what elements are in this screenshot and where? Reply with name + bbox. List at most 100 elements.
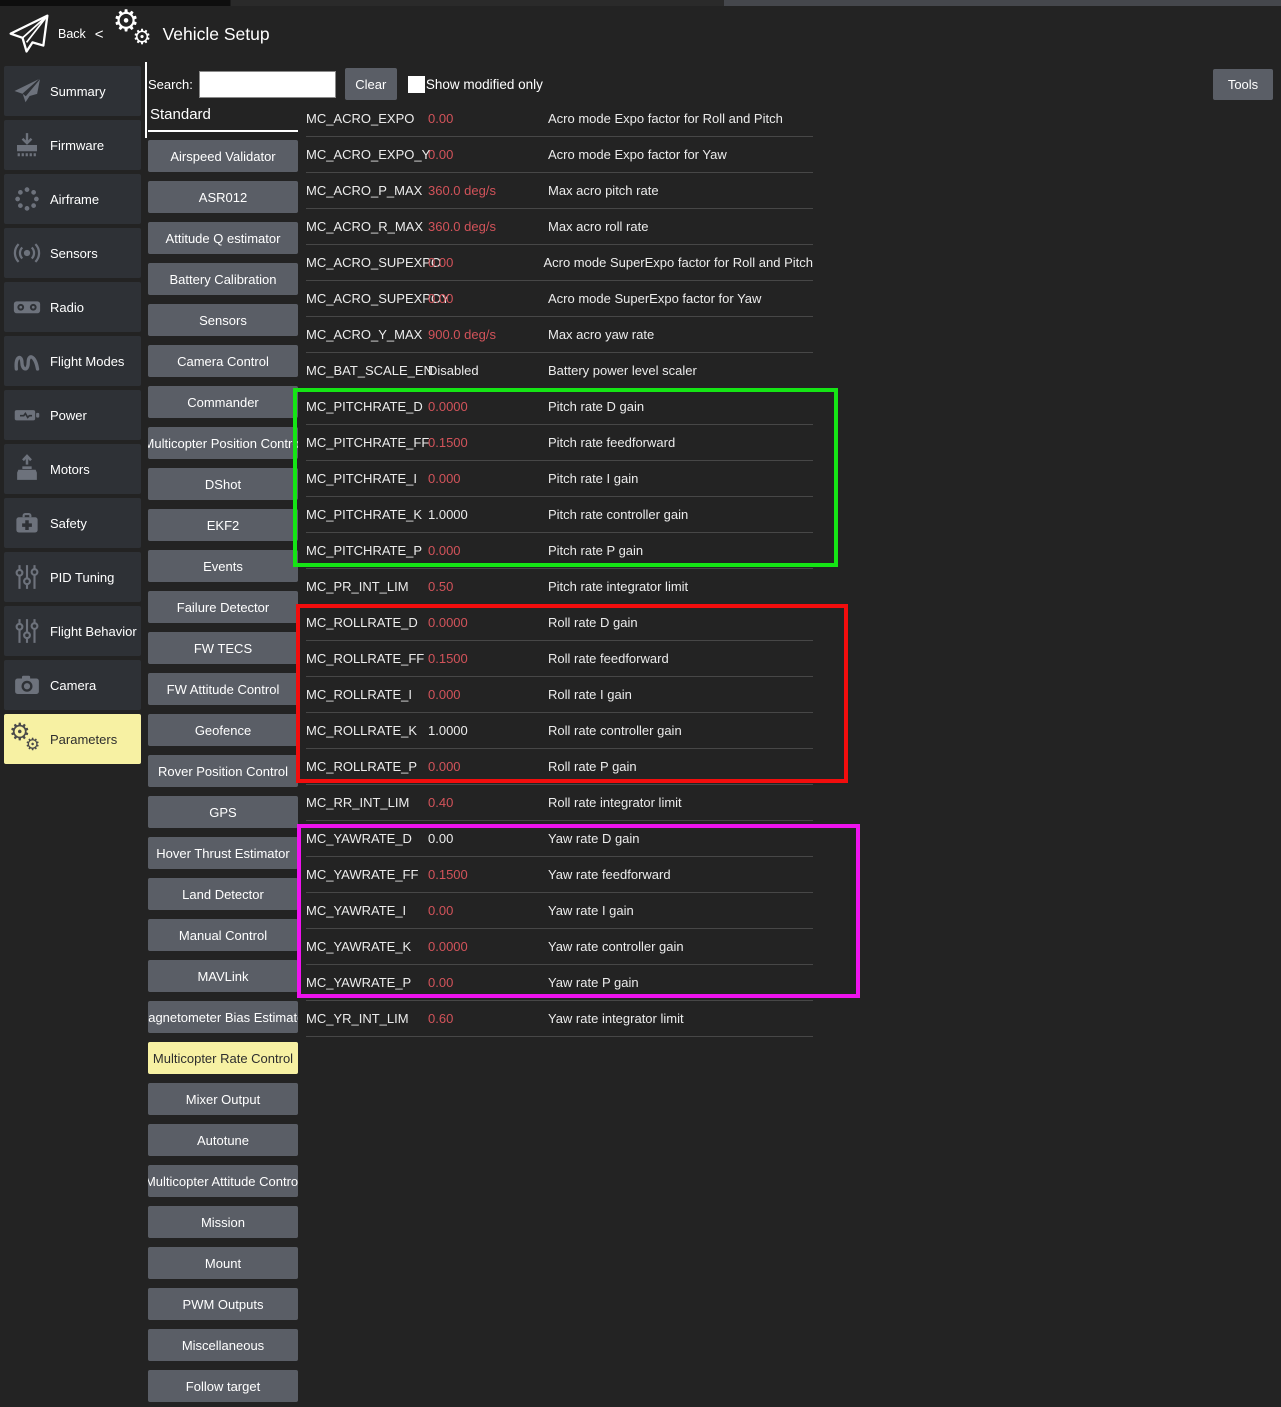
sidebar-item-airframe[interactable]: Airframe bbox=[4, 174, 141, 224]
param-row-mc_acro_p_max[interactable]: MC_ACRO_P_MAX360.0 deg/sMax acro pitch r… bbox=[306, 173, 813, 209]
group-button-pwm-outputs[interactable]: PWM Outputs bbox=[148, 1288, 298, 1320]
group-button-airspeed-validator[interactable]: Airspeed Validator bbox=[148, 140, 298, 172]
tools-button[interactable]: Tools bbox=[1213, 69, 1273, 100]
param-name: MC_ACRO_R_MAX bbox=[306, 219, 428, 234]
group-button-sensors[interactable]: Sensors bbox=[148, 304, 298, 336]
sidebar-item-label: Flight Behavior bbox=[50, 624, 137, 639]
param-row-mc_acro_supexpoy[interactable]: MC_ACRO_SUPEXPOY0.00Acro mode SuperExpo … bbox=[306, 281, 813, 317]
group-button-autotune[interactable]: Autotune bbox=[148, 1124, 298, 1156]
sidebar-item-safety[interactable]: Safety bbox=[4, 498, 141, 548]
sidebar-item-firmware[interactable]: Firmware bbox=[4, 120, 141, 170]
param-name: MC_YAWRATE_FF bbox=[306, 867, 428, 882]
param-row-mc_yawrate_k[interactable]: MC_YAWRATE_K0.0000Yaw rate controller ga… bbox=[306, 929, 813, 965]
param-row-mc_pitchrate_p[interactable]: MC_PITCHRATE_P0.000Pitch rate P gain bbox=[306, 533, 813, 569]
group-button-mission[interactable]: Mission bbox=[148, 1206, 298, 1238]
sidebar-item-flight-behavior[interactable]: Flight Behavior bbox=[4, 606, 141, 656]
sidebar-item-power[interactable]: Power bbox=[4, 390, 141, 440]
param-row-mc_pitchrate_i[interactable]: MC_PITCHRATE_I0.000Pitch rate I gain bbox=[306, 461, 813, 497]
sliders-icon bbox=[4, 560, 50, 594]
param-description: Roll rate D gain bbox=[548, 615, 813, 630]
param-row-mc_pr_int_lim[interactable]: MC_PR_INT_LIM0.50Pitch rate integrator l… bbox=[306, 569, 813, 605]
sidebar-item-radio[interactable]: Radio bbox=[4, 282, 141, 332]
sidebar-item-label: Camera bbox=[50, 678, 96, 693]
breadcrumb-separator: < bbox=[95, 26, 104, 43]
param-row-mc_acro_expo[interactable]: MC_ACRO_EXPO0.00Acro mode Expo factor fo… bbox=[306, 101, 813, 137]
radio-icon bbox=[4, 292, 50, 322]
sidebar-item-label: Airframe bbox=[50, 192, 99, 207]
group-button-dshot[interactable]: DShot bbox=[148, 468, 298, 500]
group-button-commander[interactable]: Commander bbox=[148, 386, 298, 418]
group-button-camera-control[interactable]: Camera Control bbox=[148, 345, 298, 377]
param-row-mc_yawrate_i[interactable]: MC_YAWRATE_I0.00Yaw rate I gain bbox=[306, 893, 813, 929]
sidebar-item-motors[interactable]: Motors bbox=[4, 444, 141, 494]
group-button-magnetometer-bias-estimator[interactable]: Magnetometer Bias Estimator bbox=[148, 1001, 298, 1033]
group-button-mavlink[interactable]: MAVLink bbox=[148, 960, 298, 992]
param-row-mc_yr_int_lim[interactable]: MC_YR_INT_LIM0.60Yaw rate integrator lim… bbox=[306, 1001, 813, 1037]
group-button-fw-tecs[interactable]: FW TECS bbox=[148, 632, 298, 664]
param-row-mc_rr_int_lim[interactable]: MC_RR_INT_LIM0.40Roll rate integrator li… bbox=[306, 785, 813, 821]
param-row-mc_yawrate_p[interactable]: MC_YAWRATE_P0.00Yaw rate P gain bbox=[306, 965, 813, 1001]
group-button-ekf2[interactable]: EKF2 bbox=[148, 509, 298, 541]
param-row-mc_pitchrate_ff[interactable]: MC_PITCHRATE_FF0.1500Pitch rate feedforw… bbox=[306, 425, 813, 461]
group-button-manual-control[interactable]: Manual Control bbox=[148, 919, 298, 951]
param-name: MC_YAWRATE_K bbox=[306, 939, 428, 954]
group-button-follow-target[interactable]: Follow target bbox=[148, 1370, 298, 1402]
param-value: 0.60 bbox=[428, 1011, 548, 1026]
clear-button[interactable]: Clear bbox=[345, 68, 397, 100]
group-button-events[interactable]: Events bbox=[148, 550, 298, 582]
param-row-mc_yawrate_d[interactable]: MC_YAWRATE_D0.00Yaw rate D gain bbox=[306, 821, 813, 857]
param-description: Acro mode Expo factor for Yaw bbox=[548, 147, 813, 162]
sidebar-item-sensors[interactable]: Sensors bbox=[4, 228, 141, 278]
group-button-hover-thrust-estimator[interactable]: Hover Thrust Estimator bbox=[148, 837, 298, 869]
group-button-failure-detector[interactable]: Failure Detector bbox=[148, 591, 298, 623]
sidebar-item-summary[interactable]: Summary bbox=[4, 66, 141, 116]
param-value: 0.000 bbox=[428, 759, 548, 774]
sidebar-item-parameters[interactable]: ⚙⚙Parameters bbox=[4, 714, 141, 764]
group-button-rover-position-control[interactable]: Rover Position Control bbox=[148, 755, 298, 787]
param-row-mc_yawrate_ff[interactable]: MC_YAWRATE_FF0.1500Yaw rate feedforward bbox=[306, 857, 813, 893]
group-button-land-detector[interactable]: Land Detector bbox=[148, 878, 298, 910]
param-row-mc_pitchrate_d[interactable]: MC_PITCHRATE_D0.0000Pitch rate D gain bbox=[306, 389, 813, 425]
param-description: Yaw rate D gain bbox=[548, 831, 813, 846]
group-button-multicopter-position-control[interactable]: Multicopter Position Control bbox=[148, 427, 298, 459]
group-button-attitude-q-estimator[interactable]: Attitude Q estimator bbox=[148, 222, 298, 254]
sidebar-item-flight-modes[interactable]: Flight Modes bbox=[4, 336, 141, 386]
header-bar: Back < ⚙⚙ Vehicle Setup bbox=[0, 6, 1281, 62]
param-row-mc_acro_supexpo[interactable]: MC_ACRO_SUPEXPO0.00Acro mode SuperExpo f… bbox=[306, 245, 813, 281]
show-modified-checkbox[interactable] bbox=[408, 76, 425, 93]
param-description: Pitch rate feedforward bbox=[548, 435, 813, 450]
group-button-battery-calibration[interactable]: Battery Calibration bbox=[148, 263, 298, 295]
group-button-miscellaneous[interactable]: Miscellaneous bbox=[148, 1329, 298, 1361]
group-button-mount[interactable]: Mount bbox=[148, 1247, 298, 1279]
param-row-mc_rollrate_ff[interactable]: MC_ROLLRATE_FF0.1500Roll rate feedforwar… bbox=[306, 641, 813, 677]
param-row-mc_acro_y_max[interactable]: MC_ACRO_Y_MAX900.0 deg/sMax acro yaw rat… bbox=[306, 317, 813, 353]
param-description: Roll rate P gain bbox=[548, 759, 813, 774]
group-button-multicopter-rate-control[interactable]: Multicopter Rate Control bbox=[148, 1042, 298, 1074]
group-list: Airspeed Validator ASR012 Attitude Q estim… bbox=[148, 140, 298, 1402]
param-row-mc_rollrate_p[interactable]: MC_ROLLRATE_P0.000Roll rate P gain bbox=[306, 749, 813, 785]
firmware-icon bbox=[4, 130, 50, 160]
param-row-mc_rollrate_k[interactable]: MC_ROLLRATE_K1.0000Roll rate controller … bbox=[306, 713, 813, 749]
param-row-mc_acro_expo_y[interactable]: MC_ACRO_EXPO_Y0.00Acro mode Expo factor … bbox=[306, 137, 813, 173]
back-button[interactable]: Back bbox=[58, 27, 86, 41]
group-button-fw-attitude-control[interactable]: FW Attitude Control bbox=[148, 673, 298, 705]
sidebar-item-camera[interactable]: Camera bbox=[4, 660, 141, 710]
group-button-mixer-output[interactable]: Mixer Output bbox=[148, 1083, 298, 1115]
param-row-mc_acro_r_max[interactable]: MC_ACRO_R_MAX360.0 deg/sMax acro roll ra… bbox=[306, 209, 813, 245]
search-input[interactable] bbox=[199, 71, 336, 98]
group-button-geofence[interactable]: Geofence bbox=[148, 714, 298, 746]
sidebar-item-label: Motors bbox=[50, 462, 90, 477]
param-description: Roll rate feedforward bbox=[548, 651, 813, 666]
param-row-mc_bat_scale_en[interactable]: MC_BAT_SCALE_ENDisabledBattery power lev… bbox=[306, 353, 813, 389]
sidebar-item-pid-tuning[interactable]: PID Tuning bbox=[4, 552, 141, 602]
param-name: MC_ROLLRATE_P bbox=[306, 759, 428, 774]
group-button-multicopter-attitude-control[interactable]: Multicopter Attitude Control bbox=[148, 1165, 298, 1197]
group-button-gps[interactable]: GPS bbox=[148, 796, 298, 828]
param-row-mc_rollrate_i[interactable]: MC_ROLLRATE_I0.000Roll rate I gain bbox=[306, 677, 813, 713]
param-name: MC_ROLLRATE_FF bbox=[306, 651, 428, 666]
param-row-mc_rollrate_d[interactable]: MC_ROLLRATE_D0.0000Roll rate D gain bbox=[306, 605, 813, 641]
group-button-asr012[interactable]: ASR012 bbox=[148, 181, 298, 213]
param-value: 360.0 deg/s bbox=[428, 183, 548, 198]
param-value: 0.0000 bbox=[428, 939, 548, 954]
param-row-mc_pitchrate_k[interactable]: MC_PITCHRATE_K1.0000Pitch rate controlle… bbox=[306, 497, 813, 533]
